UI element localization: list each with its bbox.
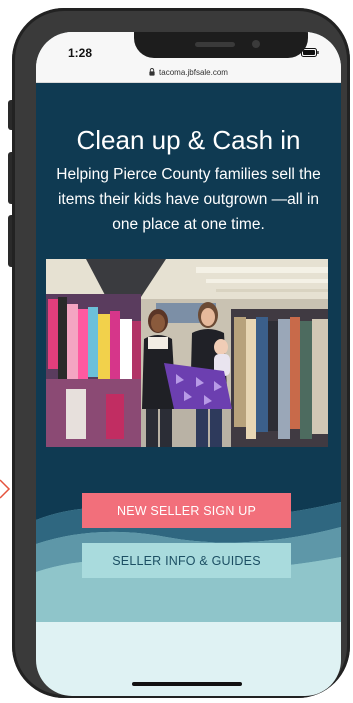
address-bar[interactable]: tacoma.jbfsale.com (36, 62, 341, 83)
status-time: 1:28 (68, 46, 93, 60)
url-text: tacoma.jbfsale.com (159, 67, 228, 77)
seller-info-guides-button[interactable]: SELLER INFO & GUIDES (82, 543, 291, 578)
phone-notch (134, 32, 308, 58)
hero-photo (46, 259, 328, 447)
hero-headline: Clean up & Cash in (76, 125, 301, 155)
hero-section: Clean up & Cash in Helping Pierce County… (36, 83, 341, 503)
lock-icon (149, 68, 155, 76)
stage: 1:28 tacoma.jbfsale.com Clean up & Cash … (0, 0, 353, 703)
notch-camera (252, 40, 260, 48)
hero-subhead: Helping Pierce County families sell the … (56, 166, 321, 233)
phone-screen: 1:28 tacoma.jbfsale.com Clean up & Cash … (36, 32, 341, 696)
new-seller-signup-button[interactable]: NEW SELLER SIGN UP (82, 493, 291, 528)
phone-frame: 1:28 tacoma.jbfsale.com Clean up & Cash … (12, 8, 350, 698)
notch-speaker (195, 42, 235, 47)
home-indicator (132, 682, 242, 686)
